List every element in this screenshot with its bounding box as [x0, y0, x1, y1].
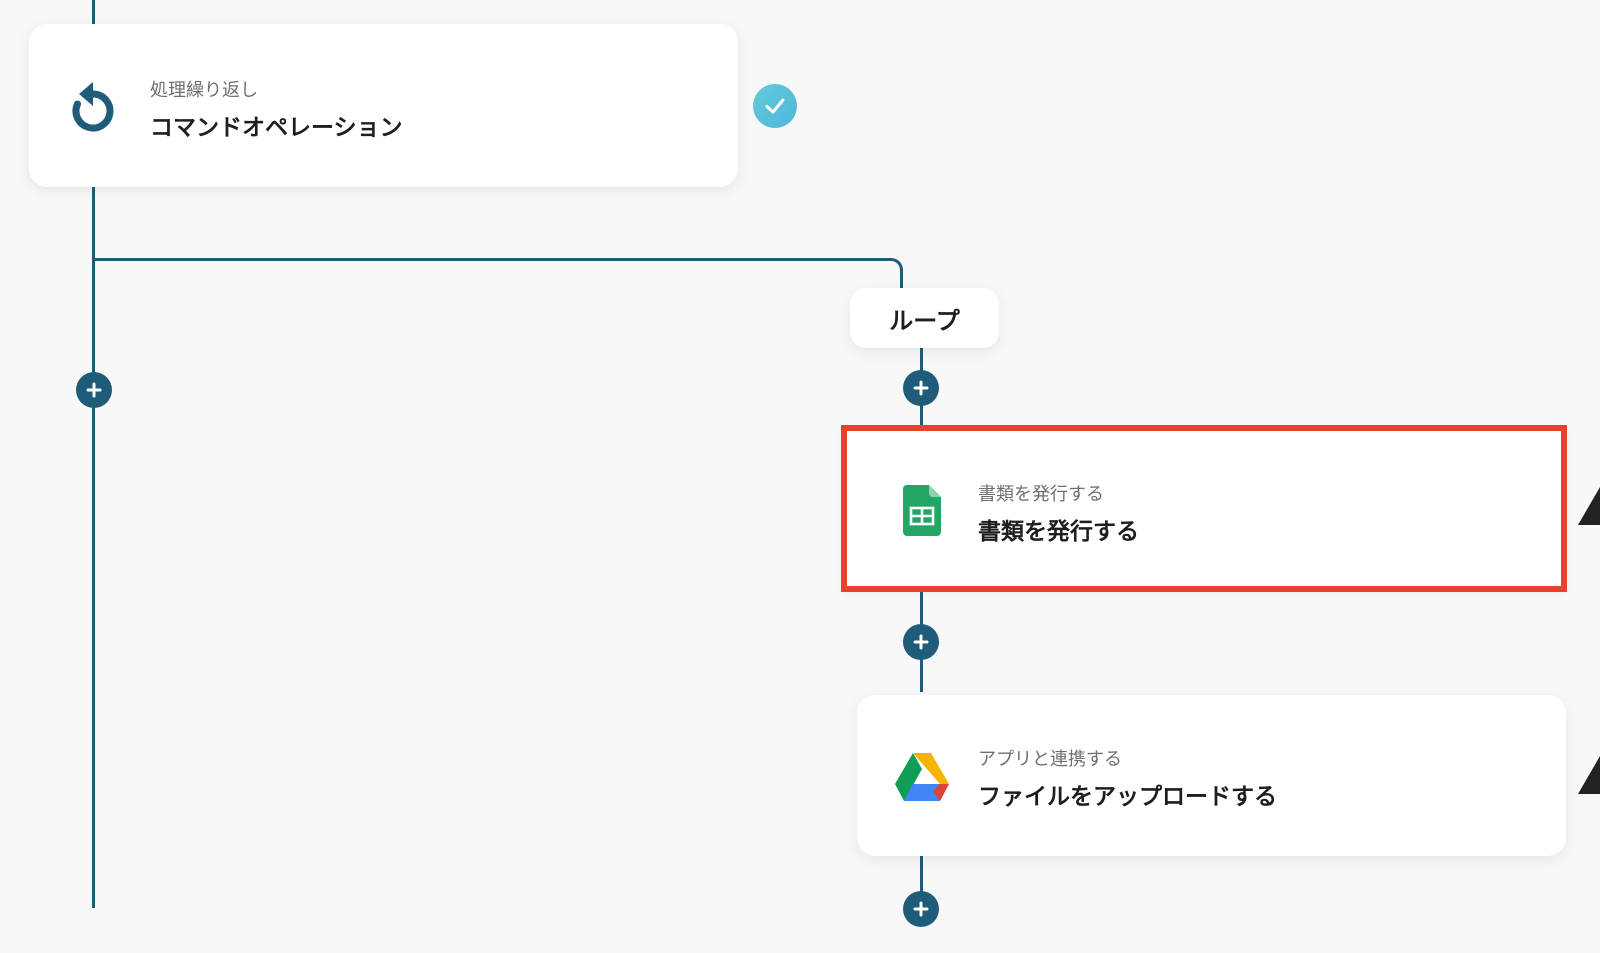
upload-file-card[interactable]: アプリと連携する ファイルをアップロードする [857, 695, 1566, 856]
add-step-button[interactable] [903, 624, 939, 660]
card-subtitle: 処理繰り返し [150, 80, 258, 101]
plus-icon [913, 634, 929, 650]
plus-icon [86, 382, 102, 398]
google-drive-icon [895, 753, 949, 801]
edge-partial-icon [1578, 756, 1600, 794]
card-subtitle: アプリと連携する [978, 749, 1122, 770]
completed-badge [753, 84, 797, 128]
branch-corner [888, 258, 903, 288]
plus-icon [913, 901, 929, 917]
google-sheets-icon [903, 485, 941, 536]
command-operation-card[interactable]: 処理繰り返し コマンドオペレーション [29, 24, 738, 187]
flow-canvas: 処理繰り返し コマンドオペレーション ループ 書類を発行する 書類を発行する ア… [0, 0, 1600, 953]
card-title: コマンドオペレーション [150, 115, 403, 141]
edge-partial-icon [1578, 487, 1600, 525]
card-subtitle: 書類を発行する [978, 484, 1104, 505]
loop-arrow-icon [69, 80, 117, 132]
issue-document-card[interactable]: 書類を発行する 書類を発行する [847, 431, 1561, 586]
check-icon [765, 98, 785, 114]
loop-node[interactable]: ループ [850, 288, 999, 348]
card-title: ファイルをアップロードする [978, 784, 1277, 810]
connector-line [92, 186, 95, 908]
branch-connector [92, 258, 892, 261]
add-step-button[interactable] [76, 372, 112, 408]
add-step-button[interactable] [903, 891, 939, 927]
connector-line [92, 0, 95, 26]
plus-icon [913, 380, 929, 396]
add-step-button[interactable] [903, 370, 939, 406]
card-title: 書類を発行する [978, 519, 1139, 545]
